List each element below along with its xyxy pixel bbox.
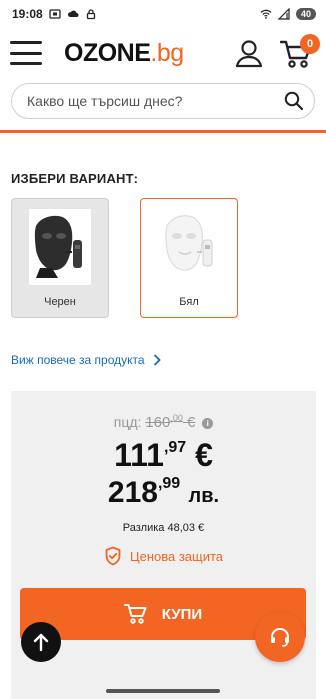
logo-main: OZONE <box>64 38 151 67</box>
price-protection[interactable]: Ценова защита <box>11 546 316 566</box>
cart-button[interactable]: 0 <box>279 34 320 70</box>
cart-count-badge: 0 <box>300 34 320 54</box>
logo-suffix: .bg <box>150 38 184 67</box>
variant-list: Черен Бял <box>11 198 326 318</box>
status-right: 40 <box>260 8 316 20</box>
variant-white[interactable]: Бял <box>140 198 238 318</box>
old-price-value: 160,00 € <box>145 413 196 431</box>
price-difference: Разлика 48,03 € <box>122 522 205 534</box>
price-protection-label: Ценова защита <box>129 548 224 564</box>
status-bar: 19:08 40 <box>0 0 326 28</box>
old-price-label: пцд: <box>113 414 142 430</box>
variant-black[interactable]: Черен <box>11 198 109 318</box>
product-details-link[interactable]: Виж повече за продукта <box>11 353 326 367</box>
arrow-up-icon <box>33 633 49 652</box>
header-divider <box>0 130 326 133</box>
old-price: пцд: 160,00 € i <box>11 413 316 431</box>
wifi-icon <box>260 9 272 19</box>
variant-black-image <box>29 209 91 285</box>
variant-white-label: Бял <box>179 296 199 308</box>
site-header: OZONE .bg 0 <box>0 28 326 78</box>
status-left: 19:08 <box>12 7 97 21</box>
buy-button-label: КУПИ <box>161 605 203 623</box>
cart-icon <box>123 604 147 624</box>
headset-icon <box>271 628 289 647</box>
main-price: 111,97 € <box>114 437 213 473</box>
search-icon[interactable] <box>284 91 304 111</box>
variant-black-label: Черен <box>44 296 76 308</box>
shield-check-icon <box>105 546 121 566</box>
cloud-icon <box>67 10 79 17</box>
variant-white-image <box>158 209 220 285</box>
chat-button[interactable] <box>255 612 305 662</box>
bgn-price: 218,99 лв. <box>107 475 220 509</box>
user-icon[interactable] <box>234 38 264 68</box>
lock-icon <box>86 9 95 20</box>
home-indicator <box>106 689 220 693</box>
signal-icon <box>277 8 290 20</box>
logo[interactable]: OZONE .bg <box>64 39 184 68</box>
search-bar <box>11 83 315 119</box>
variant-title: ИЗБЕРИ ВАРИАНТ: <box>11 171 139 186</box>
back-to-top-button[interactable] <box>21 622 61 662</box>
screenshot-icon <box>49 9 61 19</box>
info-icon[interactable]: i <box>202 418 214 429</box>
status-time: 19:08 <box>12 7 43 21</box>
search-input[interactable] <box>27 93 257 109</box>
menu-icon[interactable] <box>10 41 42 65</box>
chevron-right-icon <box>153 354 161 366</box>
battery-indicator: 40 <box>295 8 316 20</box>
product-details-link-label: Виж повече за продукта <box>11 353 145 367</box>
